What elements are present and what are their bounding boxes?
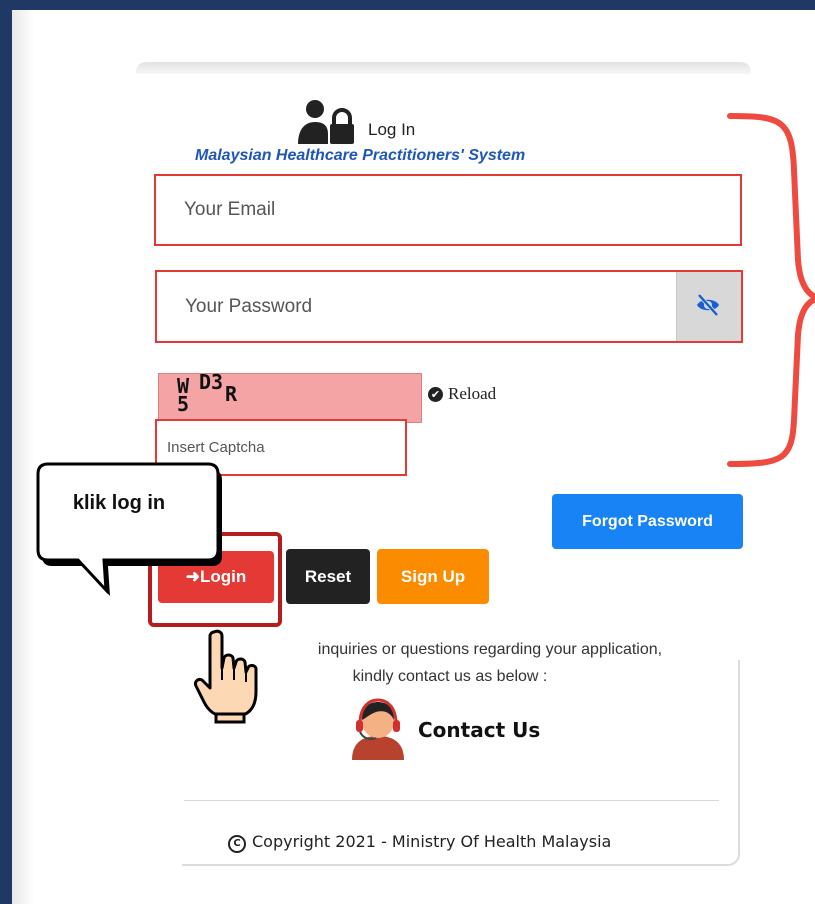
login-title: Log In: [368, 120, 416, 139]
captcha-char: R: [225, 382, 238, 406]
card-top-edge: [136, 62, 751, 74]
captcha-char: 5: [177, 392, 190, 416]
frame-shadow: [12, 10, 34, 904]
reset-button[interactable]: Reset: [286, 549, 370, 604]
eye-slash-icon: [697, 293, 719, 317]
callout-bubble: klik log in: [30, 460, 230, 600]
captcha-image: W 5 D3 R: [158, 370, 422, 423]
reload-captcha-link[interactable]: ✔ Reload: [428, 384, 496, 404]
password-field-box: [155, 270, 743, 343]
user-lock-icon: [298, 100, 354, 144]
sign-up-button[interactable]: Sign Up: [377, 549, 489, 604]
curly-brace-annotation: [727, 113, 815, 467]
footer-divider: [184, 800, 719, 801]
copyright-icon: C: [228, 835, 246, 853]
email-field-box: [154, 174, 742, 246]
copyright-text: C Copyright 2021 - Ministry Of Health Mal…: [228, 832, 611, 853]
headset-support-icon: [352, 698, 404, 760]
forgot-password-button[interactable]: Forgot Password: [552, 494, 743, 549]
reload-label: Reload: [448, 384, 497, 403]
contact-us-link[interactable]: Contact Us: [346, 696, 566, 760]
captcha-char: D3: [199, 370, 224, 394]
email-input[interactable]: [156, 176, 740, 244]
password-input[interactable]: [157, 272, 677, 341]
speech-bubble-shape: [36, 462, 222, 596]
copyright-label: Copyright 2021 - Ministry Of Health Mala…: [252, 832, 612, 851]
check-circle-icon: ✔: [428, 387, 443, 402]
system-name: Malaysian Healthcare Practitioners' Syst…: [195, 147, 526, 164]
pointing-hand-icon: [194, 629, 258, 724]
callout-text: klik log in: [72, 492, 166, 514]
contact-us-label: Contact Us: [418, 718, 541, 742]
